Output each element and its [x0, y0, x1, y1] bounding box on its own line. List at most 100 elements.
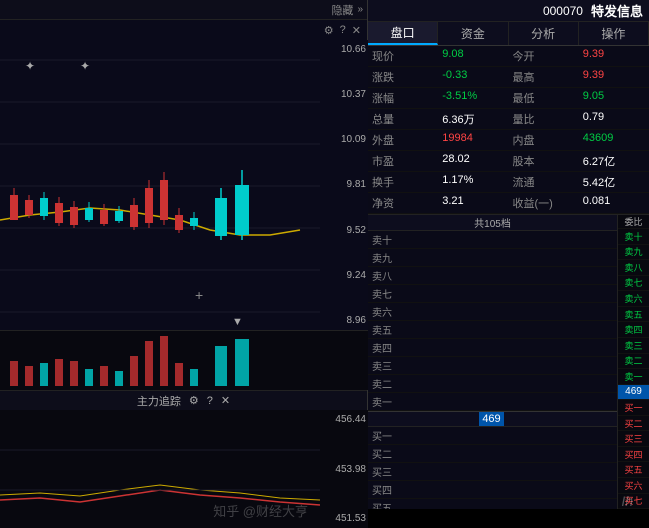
right-mai4b: 买四	[618, 447, 649, 463]
ask-label-6: 卖六	[372, 304, 400, 319]
vol-badge-row: 469	[368, 411, 617, 427]
tab-caozuo[interactable]: 操作	[579, 22, 649, 45]
ask-label-9: 卖九	[372, 250, 400, 265]
right-mai6: 卖六	[618, 291, 649, 307]
value-huanshou: 1.17%	[438, 172, 508, 193]
corner-watermark: Ih	[621, 493, 633, 509]
label-liutong: 流通	[509, 172, 579, 193]
bottom-gear-icon[interactable]: ⚙	[189, 394, 199, 407]
value-zhangfu: -3.51%	[438, 88, 508, 109]
ask-label-2: 卖二	[372, 376, 400, 391]
value-liutong: 5.42亿	[579, 172, 649, 193]
value-jinkao: 9.39	[579, 46, 649, 67]
label-zuigao: 最高	[509, 67, 579, 88]
weibi-label: 委比	[618, 215, 649, 229]
hide-label[interactable]: 隐藏	[331, 2, 353, 18]
price-labels: 10.66 10.37 10.09 9.81 9.52 9.24 8.96	[341, 40, 366, 330]
price-label-2: 10.37	[341, 89, 366, 100]
value-zuigao: 9.39	[579, 67, 649, 88]
ask-row-5: 卖五	[368, 321, 617, 339]
label-zhangfu: 涨幅	[368, 88, 438, 109]
ask-row-7: 卖七	[368, 285, 617, 303]
ask-row-6: 卖六	[368, 303, 617, 321]
shared-label: 共105档	[474, 215, 511, 230]
stock-header: 000070 特发信息	[368, 0, 649, 22]
right-mai8: 卖八	[618, 260, 649, 276]
bottom-toolbar: 主力追踪 ⚙ ? ✕	[0, 390, 367, 410]
value-waipan: 19984	[438, 130, 508, 151]
right-vol-badge: 469	[618, 385, 649, 401]
right-mai2b: 买二	[618, 416, 649, 432]
value-shiying: 28.02	[438, 151, 508, 172]
bid-row-5: 买五	[368, 499, 617, 509]
right-mai10: 卖十	[618, 229, 649, 245]
price-label-5: 9.52	[341, 225, 366, 236]
close-icon[interactable]: ✕	[352, 24, 361, 37]
ask-row-10: 卖十	[368, 231, 617, 249]
value-zongliang: 6.36万	[438, 109, 508, 130]
svg-text:+: +	[195, 287, 203, 303]
right-mai5b: 买五	[618, 462, 649, 478]
main-chart: 10.66 10.37 10.09 9.81 9.52 9.24 8.96	[0, 40, 368, 330]
ask-label-1: 卖一	[372, 394, 400, 409]
tab-zijin[interactable]: 资金	[438, 22, 508, 45]
tab-fenxi[interactable]: 分析	[509, 22, 579, 45]
sub-price-3: 451.53	[335, 513, 366, 524]
stock-code: 000070	[543, 4, 583, 18]
label-xianjia: 现价	[368, 46, 438, 67]
gear-icon[interactable]: ⚙	[324, 24, 334, 37]
chart-toolbar: ⚙ ? ✕	[0, 20, 367, 40]
bid-label-3: 买三	[372, 464, 400, 479]
right-mai5: 卖五	[618, 307, 649, 323]
vol-badge: 469	[479, 412, 503, 426]
label-shiying: 市盈	[368, 151, 438, 172]
sub-chart: 456.44 453.98 451.53 知乎 @财经大亨	[0, 410, 368, 528]
label-zuidi: 最低	[509, 88, 579, 109]
bid-row-2: 买二	[368, 445, 617, 463]
right-mai1b: 买一	[618, 400, 649, 416]
order-book: 共105档 卖十 卖九 卖八 卖七	[368, 215, 649, 509]
price-label-6: 9.24	[341, 270, 366, 281]
bottom-question-icon[interactable]: ?	[207, 395, 213, 407]
right-panel: 000070 特发信息 盘口 资金 分析 操作 现价 9.08 今开 9.39 …	[368, 0, 649, 509]
right-mai3: 卖三	[618, 338, 649, 354]
right-mai2: 卖二	[618, 354, 649, 370]
label-jingzi: 净资	[368, 193, 438, 214]
question-icon[interactable]: ?	[340, 24, 346, 36]
value-shouyi: 0.081	[579, 193, 649, 214]
value-jingzi: 3.21	[438, 193, 508, 214]
bid-row-3: 买三	[368, 463, 617, 481]
right-mai1: 卖一	[618, 369, 649, 385]
bid-label-2: 买二	[372, 446, 400, 461]
svg-text:✦: ✦	[25, 59, 35, 73]
right-mai9: 卖九	[618, 245, 649, 261]
value-guben: 6.27亿	[579, 151, 649, 172]
value-xianjia: 9.08	[438, 46, 508, 67]
ask-row-1: 卖一	[368, 393, 617, 411]
bottom-close-icon[interactable]: ✕	[221, 394, 230, 407]
right-mai4: 卖四	[618, 322, 649, 338]
ask-label-7: 卖七	[372, 286, 400, 301]
value-zhang: -0.33	[438, 67, 508, 88]
sub-price-1: 456.44	[335, 414, 366, 425]
shared-档: 共105档	[368, 215, 617, 231]
ask-label-3: 卖三	[372, 358, 400, 373]
price-label-3: 10.09	[341, 134, 366, 145]
ask-label-10: 卖十	[372, 232, 400, 247]
volume-chart	[0, 331, 320, 390]
label-jinkao: 今开	[509, 46, 579, 67]
tab-pankou[interactable]: 盘口	[368, 22, 438, 45]
right-mai3b: 买三	[618, 431, 649, 447]
value-zuidi: 9.05	[579, 88, 649, 109]
price-label-7: 8.96	[341, 315, 366, 326]
label-waipan: 外盘	[368, 130, 438, 151]
sub-price-2: 453.98	[335, 464, 366, 475]
label-zhang: 涨跌	[368, 67, 438, 88]
right-labels-col: 委比 卖十 卖九 卖八 卖七 卖六 卖五 卖四 卖三 卖二 卖一 469 买一 …	[617, 215, 649, 509]
bid-row-4: 买四	[368, 481, 617, 499]
hide-arrow: »	[357, 4, 363, 15]
label-zongliang: 总量	[368, 109, 438, 130]
ask-label-4: 卖四	[372, 340, 400, 355]
candlestick-chart: + ✦ ✦ ▼	[0, 40, 320, 330]
ask-label-5: 卖五	[372, 322, 400, 337]
